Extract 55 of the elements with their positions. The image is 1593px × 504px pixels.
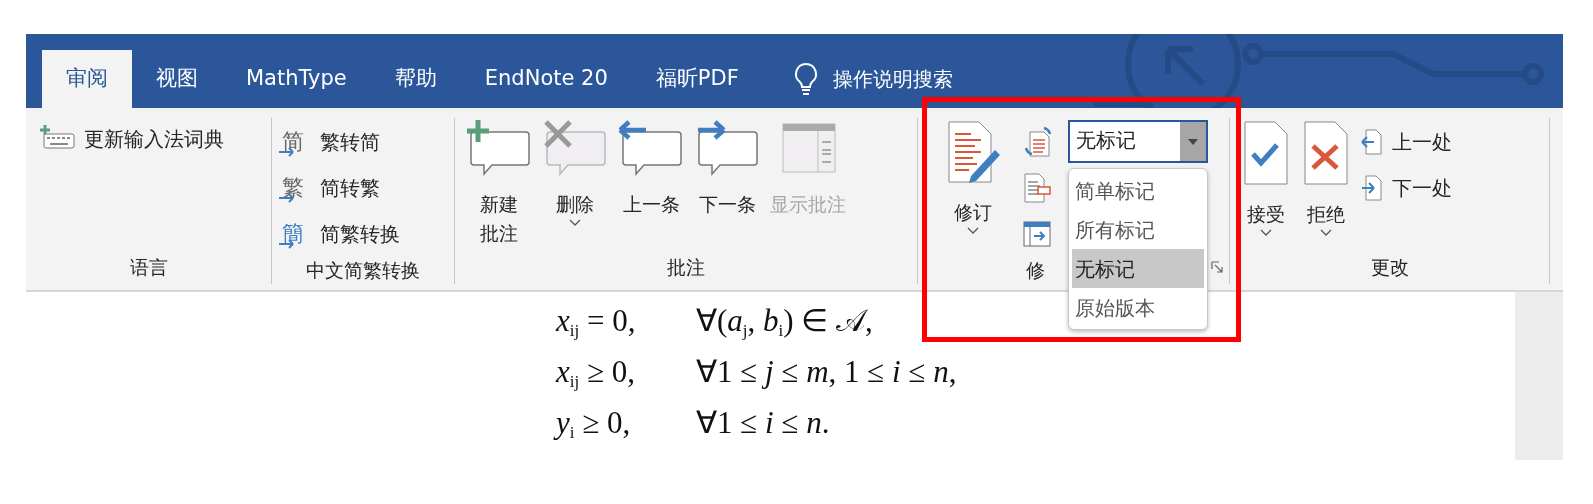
group-label: 批注: [667, 254, 705, 280]
ribbon-button[interactable]: 修订: [940, 118, 1006, 237]
ribbon-button[interactable]: 上一处: [1358, 120, 1454, 164]
lightbulb-icon: [792, 62, 819, 96]
tell-me-search[interactable]: 操作说明搜索: [832, 64, 953, 94]
previous-change-icon: [1360, 128, 1384, 156]
equation-text: ∀(a$_{j}$, b$_{i}$) ∈ 𝒜,: [696, 302, 873, 342]
equation-text: x$_{ij}$ = 0,: [556, 302, 637, 342]
caret-icon: [967, 226, 979, 235]
group-label: 修: [1026, 258, 1045, 283]
group-label: 语言: [129, 254, 168, 280]
menu-item[interactable]: 无标记: [1072, 249, 1204, 288]
ribbon-button[interactable]: 更新输入法词典: [36, 120, 226, 164]
ribbon-button[interactable]: 删除: [539, 118, 611, 229]
menu-item[interactable]: 原始版本: [1072, 288, 1204, 327]
group-label: 中文简繁转换: [306, 258, 420, 283]
ribbon-tab[interactable]: 帮助: [370, 50, 461, 108]
caret-icon: [1320, 228, 1332, 237]
ribbon-tab[interactable]: 审阅: [42, 50, 132, 108]
convert-glyph: 簡: [282, 223, 304, 245]
equation-text: ∀1 ≤ i ≤ n.: [696, 404, 830, 443]
ribbon-button[interactable]: 下一条: [691, 118, 763, 221]
caret-icon: [1260, 228, 1272, 237]
ribbon-button[interactable]: 接受: [1238, 118, 1294, 239]
group-label: 更改: [1370, 254, 1409, 280]
reviewing-pane-icon: [1022, 218, 1052, 250]
ribbon-tab[interactable]: 视图: [132, 50, 222, 108]
equation-text: ∀1 ≤ j ≤ m, 1 ≤ i ≤ n,: [696, 353, 957, 392]
ribbon-tab[interactable]: 福昕PDF: [631, 50, 763, 108]
ribbon-button[interactable]: 簡 简繁转换: [280, 212, 402, 256]
dropdown-arrow-icon: [1188, 138, 1198, 145]
caret-icon: [569, 218, 581, 227]
markup-dropdown[interactable]: 无标记: [1068, 120, 1208, 163]
previous-comment-icon: [618, 120, 684, 176]
next-change-icon: [1360, 174, 1384, 202]
ribbon-tab[interactable]: MathType: [222, 50, 371, 108]
ribbon-button[interactable]: 下一处: [1358, 166, 1454, 210]
document-balloon-icon: [1022, 172, 1052, 204]
menu-item[interactable]: 所有标记: [1072, 210, 1204, 249]
keyboard-icon: [38, 124, 76, 150]
new-comment-icon: [466, 120, 532, 176]
convert-glyph: 繁: [282, 177, 304, 199]
document-arrows-icon: [1022, 126, 1052, 158]
ribbon-tab[interactable]: EndNote 20: [460, 50, 632, 108]
ribbon-button[interactable]: 新建批注: [463, 118, 535, 249]
menu-item[interactable]: 简单标记: [1072, 171, 1204, 210]
equation-text: x$_{ij}$ ≥ 0,: [556, 353, 636, 393]
ribbon-button[interactable]: 繁 简转繁: [280, 166, 402, 210]
delete-comment-icon: [542, 120, 608, 176]
ribbon-button[interactable]: 上一条: [615, 118, 687, 221]
accept-icon: [1241, 120, 1291, 186]
ribbon-button[interactable]: 拒绝: [1298, 118, 1354, 239]
ribbon-button[interactable]: 简 繁转简: [280, 120, 402, 164]
convert-glyph: 简: [282, 131, 304, 153]
reject-icon: [1301, 120, 1351, 186]
